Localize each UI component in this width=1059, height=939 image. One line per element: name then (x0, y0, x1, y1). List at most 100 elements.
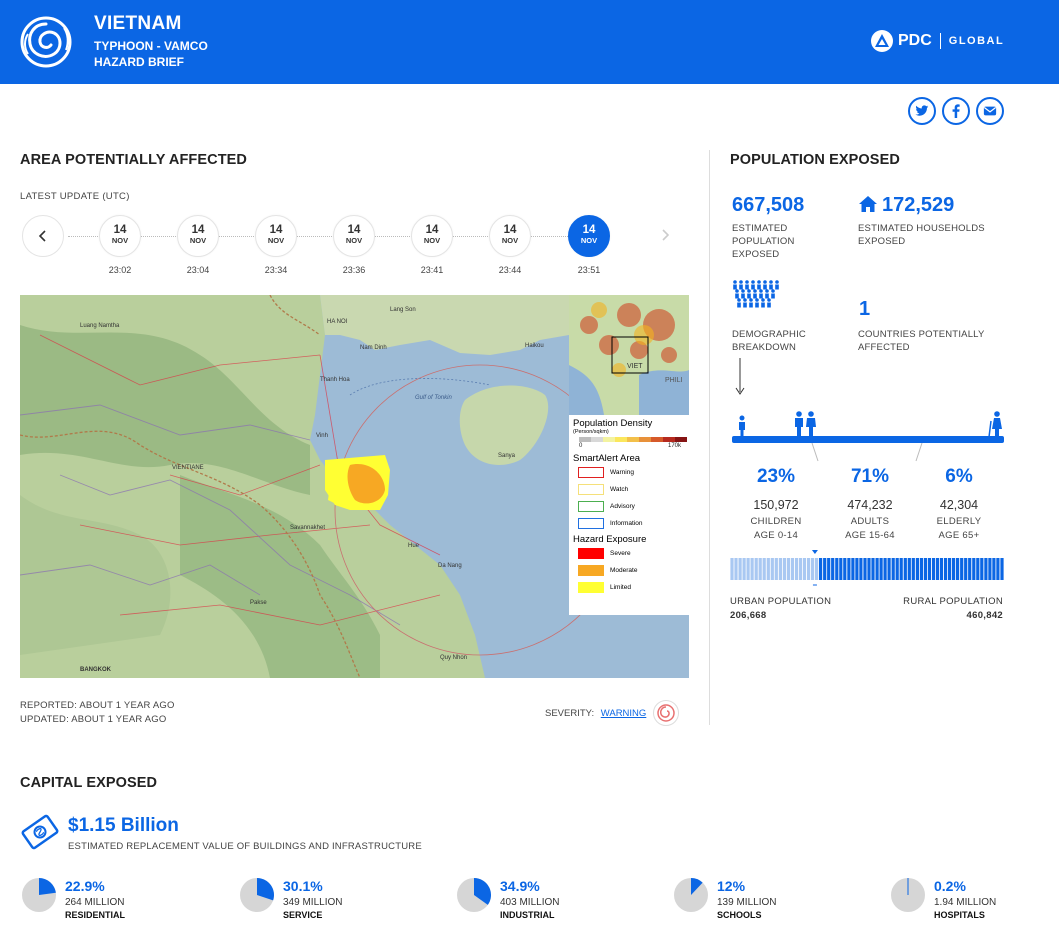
map-label-gulf: Gulf of Tonkin (415, 395, 452, 401)
facebook-share-button[interactable] (942, 97, 970, 125)
map-label-luang: Luang Namtha (80, 323, 120, 329)
timeline-next-button[interactable] (660, 225, 670, 246)
capital-item-label: SCHOOLS (717, 910, 762, 920)
smartalert-swatch (578, 484, 604, 495)
rural-value: 460,842 (966, 610, 1003, 621)
map-label-pakse: Pakse (250, 600, 267, 606)
density-range: 0 170k (579, 443, 681, 449)
capital-pie-chart (674, 878, 708, 912)
capital-item: 12% 139 MILLION SCHOOLS (674, 875, 824, 925)
inset-map-graphic (569, 295, 689, 415)
timeline-time: 23:44 (498, 265, 522, 275)
timeline-day: 14 (503, 224, 517, 236)
severity-link[interactable]: WARNING (601, 708, 647, 719)
area-section-title: AREA POTENTIALLY AFFECTED (20, 152, 247, 168)
pdc-brand: PDC (898, 32, 932, 49)
typhoon-severity-icon (657, 704, 675, 722)
latest-update-label: LATEST UPDATE (UTC) (20, 191, 130, 202)
house-icon (859, 196, 877, 212)
capital-item-percent: 30.1% (283, 878, 323, 894)
twitter-share-button[interactable] (908, 97, 936, 125)
map-label-hanoi: HA NOI (327, 319, 348, 325)
timeline-month: NOV (345, 236, 363, 245)
timeline-point[interactable]: 14 NOV (489, 215, 531, 257)
urban-label: URBAN POPULATION (730, 596, 832, 607)
timeline-point[interactable]: 14 NOV (99, 215, 141, 257)
brand-separator (939, 33, 941, 49)
children-age: AGE 0-14 (753, 530, 799, 541)
capital-item-amount: 1.94 MILLION (934, 897, 997, 908)
map-label-thanh-hoa: Thanh Hoa (320, 377, 350, 383)
smartalert-legend-row: Advisory (578, 498, 685, 515)
timeline-time: 23:02 (108, 265, 132, 275)
exposure-legend-label: Severe (610, 550, 631, 557)
twitter-icon (915, 105, 929, 116)
density-gradient (579, 437, 687, 442)
capital-pie-chart (240, 878, 274, 912)
email-share-button[interactable] (976, 97, 1004, 125)
map-label-savannakhet: Savannakhet (290, 525, 326, 531)
timeline-day: 14 (347, 224, 361, 236)
exposure-swatch (578, 565, 604, 576)
hazard-map[interactable]: HA NOI Gulf of Tonkin VIENTIANE Da Nang … (20, 295, 689, 678)
crowd-icon (733, 280, 779, 308)
timeline-point[interactable]: 14 NOV (333, 215, 375, 257)
timeline-day: 14 (425, 224, 439, 236)
smartalert-legend-row: Information (578, 515, 685, 532)
chevron-right-icon (662, 229, 670, 241)
map-legend: Population Density (Person/sqkm) 0 170k … (569, 415, 689, 615)
estimated-population-value: 667,508 (732, 194, 805, 216)
smartalert-legend-items: Warning Watch Advisory Information (573, 464, 685, 532)
capital-section-title: CAPITAL EXPOSED (20, 775, 158, 791)
capital-pie-chart (457, 878, 491, 912)
timeline-prev-button[interactable] (22, 215, 64, 257)
header-bar: VIETNAM TYPHOON - VAMCO HAZARD BRIEF PDC… (0, 0, 1059, 84)
chevron-left-icon (38, 230, 46, 242)
exposure-legend-row: Severe (578, 545, 685, 562)
adults-age: AGE 15-64 (845, 530, 895, 541)
capital-item-amount: 264 MILLION (65, 897, 125, 908)
density-min: 0 (579, 443, 583, 449)
timeline-month: NOV (423, 236, 441, 245)
timeline-time: 23:41 (420, 265, 444, 275)
capital-item-amount: 349 MILLION (283, 897, 343, 908)
elderly-age: AGE 65+ (938, 530, 980, 541)
document-type: HAZARD BRIEF (94, 55, 184, 69)
capital-item-amount: 403 MILLION (500, 897, 560, 908)
severity-indicator: SEVERITY: WARNING (545, 708, 646, 719)
timeline-month: NOV (189, 236, 207, 245)
age-distribution-bar (732, 436, 1004, 443)
timeline-point[interactable]: 14 NOV (411, 215, 453, 257)
exposure-legend-items: Severe Moderate Limited (573, 545, 685, 596)
smartalert-legend-label: Advisory (610, 503, 635, 510)
exposure-legend-label: Moderate (610, 567, 638, 574)
capital-item-percent: 0.2% (934, 878, 966, 894)
households-value: 172,529 (882, 194, 955, 216)
inset-label-viet: VIET (627, 363, 643, 370)
elderly-label: ELDERLY (936, 516, 982, 527)
arrow-down-icon (735, 358, 745, 395)
density-max: 170k (667, 443, 681, 449)
children-percent: 23% (756, 466, 796, 487)
capital-item-amount: 139 MILLION (717, 897, 777, 908)
capital-item: 0.2% 1.94 MILLION HOSPITALS (891, 875, 1041, 925)
smartalert-legend-label: Information (610, 520, 643, 527)
elderly-icon (988, 411, 1002, 437)
map-label-haikou: Haikou (525, 343, 544, 349)
facebook-icon (952, 104, 960, 118)
elderly-percent: 6% (945, 466, 973, 487)
elderly-count: 42,304 (939, 498, 979, 512)
pdc-global-logo[interactable]: PDC GLOBAL (870, 28, 1004, 54)
exposure-legend-label: Limited (610, 584, 631, 591)
smartalert-legend-title: SmartAlert Area (573, 453, 641, 464)
smartalert-legend-row: Watch (578, 481, 685, 498)
timeline-point[interactable]: 14 NOV (255, 215, 297, 257)
timeline-point[interactable]: 14 NOV (568, 215, 610, 257)
timeline-time: 23:04 (186, 265, 210, 275)
urban-value: 206,668 (730, 610, 767, 621)
map-inset-overview[interactable]: PHILI VIET (569, 295, 689, 415)
child-icon (739, 415, 745, 437)
smartalert-legend-row: Warning (578, 464, 685, 481)
timeline-day: 14 (582, 224, 596, 236)
timeline-point[interactable]: 14 NOV (177, 215, 219, 257)
